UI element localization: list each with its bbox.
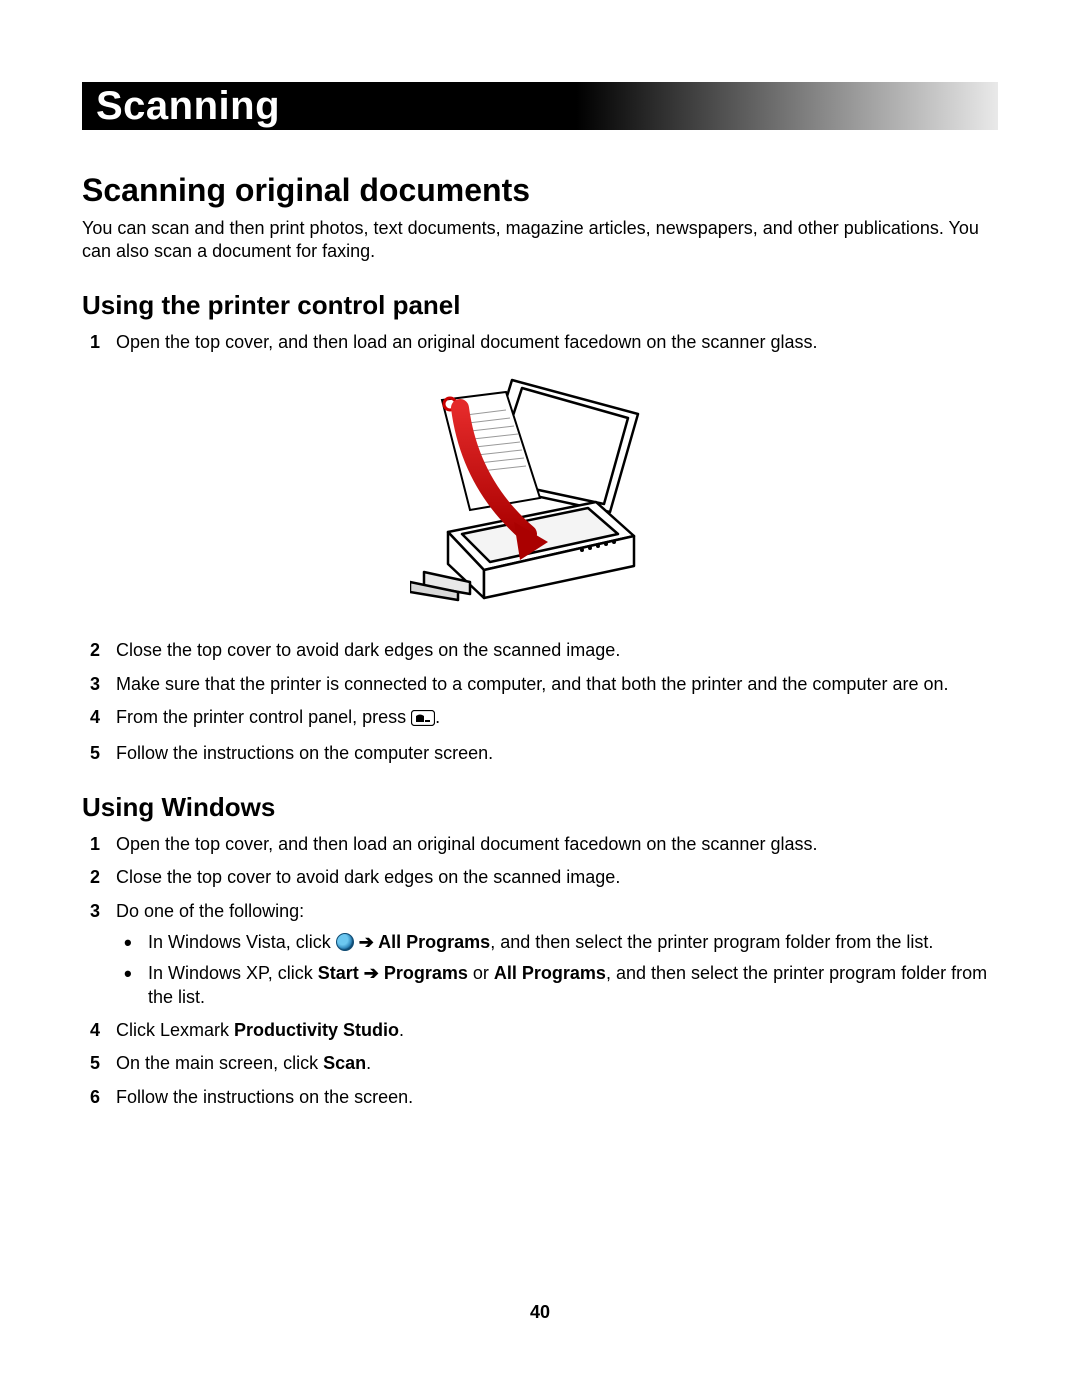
text: , and then select the printer program fo… bbox=[490, 932, 933, 952]
arrow-icon: ➔ bbox=[354, 932, 378, 952]
step-item: Open the top cover, and then load an ori… bbox=[112, 833, 998, 856]
text: or bbox=[468, 963, 494, 983]
scan-button-icon bbox=[411, 709, 435, 732]
bold-text: Productivity Studio bbox=[234, 1020, 399, 1040]
step-item: Click Lexmark Productivity Studio. bbox=[112, 1019, 998, 1042]
step-text: From the printer control panel, press bbox=[116, 707, 411, 727]
bold-text: All Programs bbox=[378, 932, 490, 952]
section-title: Scanning original documents bbox=[82, 172, 998, 209]
chapter-title: Scanning bbox=[96, 84, 280, 129]
step-item: Do one of the following: In Windows Vist… bbox=[112, 900, 998, 1010]
step-item: Follow the instructions on the computer … bbox=[112, 742, 998, 765]
bold-text: All Programs bbox=[494, 963, 606, 983]
subsection-windows: Using Windows bbox=[82, 792, 998, 823]
text: . bbox=[399, 1020, 404, 1040]
step-item: Close the top cover to avoid dark edges … bbox=[112, 639, 998, 662]
step-text: Do one of the following: bbox=[116, 901, 304, 921]
chapter-banner: Scanning bbox=[82, 82, 998, 130]
steps-windows: Open the top cover, and then load an ori… bbox=[82, 833, 998, 1110]
bold-text: Programs bbox=[384, 963, 468, 983]
bold-text: Start bbox=[318, 963, 359, 983]
subsection-control-panel: Using the printer control panel bbox=[82, 290, 998, 321]
step-item: Make sure that the printer is connected … bbox=[112, 673, 998, 696]
page-number: 40 bbox=[0, 1302, 1080, 1323]
bullet-item: In Windows Vista, click ➔ All Programs, … bbox=[144, 931, 998, 954]
steps-control-panel-cont: Close the top cover to avoid dark edges … bbox=[82, 639, 998, 766]
arrow-icon: ➔ bbox=[359, 963, 384, 983]
bold-text: Scan bbox=[323, 1053, 366, 1073]
step-text: . bbox=[435, 707, 440, 727]
step-item: Open the top cover, and then load an ori… bbox=[112, 331, 998, 354]
substeps: In Windows Vista, click ➔ All Programs, … bbox=[116, 931, 998, 1009]
step-item: From the printer control panel, press . bbox=[112, 706, 998, 732]
text: . bbox=[366, 1053, 371, 1073]
text: In Windows Vista, click bbox=[148, 932, 336, 952]
intro-paragraph: You can scan and then print photos, text… bbox=[82, 217, 998, 264]
step-item: On the main screen, click Scan. bbox=[112, 1052, 998, 1075]
text: Click Lexmark bbox=[116, 1020, 234, 1040]
bullet-item: In Windows XP, click Start ➔ Programs or… bbox=[144, 962, 998, 1009]
step-item: Close the top cover to avoid dark edges … bbox=[112, 866, 998, 889]
step-item: Follow the instructions on the screen. bbox=[112, 1086, 998, 1109]
printer-loading-illustration bbox=[410, 364, 670, 629]
text: In Windows XP, click bbox=[148, 963, 318, 983]
steps-control-panel: Open the top cover, and then load an ori… bbox=[82, 331, 998, 354]
text: On the main screen, click bbox=[116, 1053, 323, 1073]
windows-start-orb-icon bbox=[336, 933, 354, 951]
